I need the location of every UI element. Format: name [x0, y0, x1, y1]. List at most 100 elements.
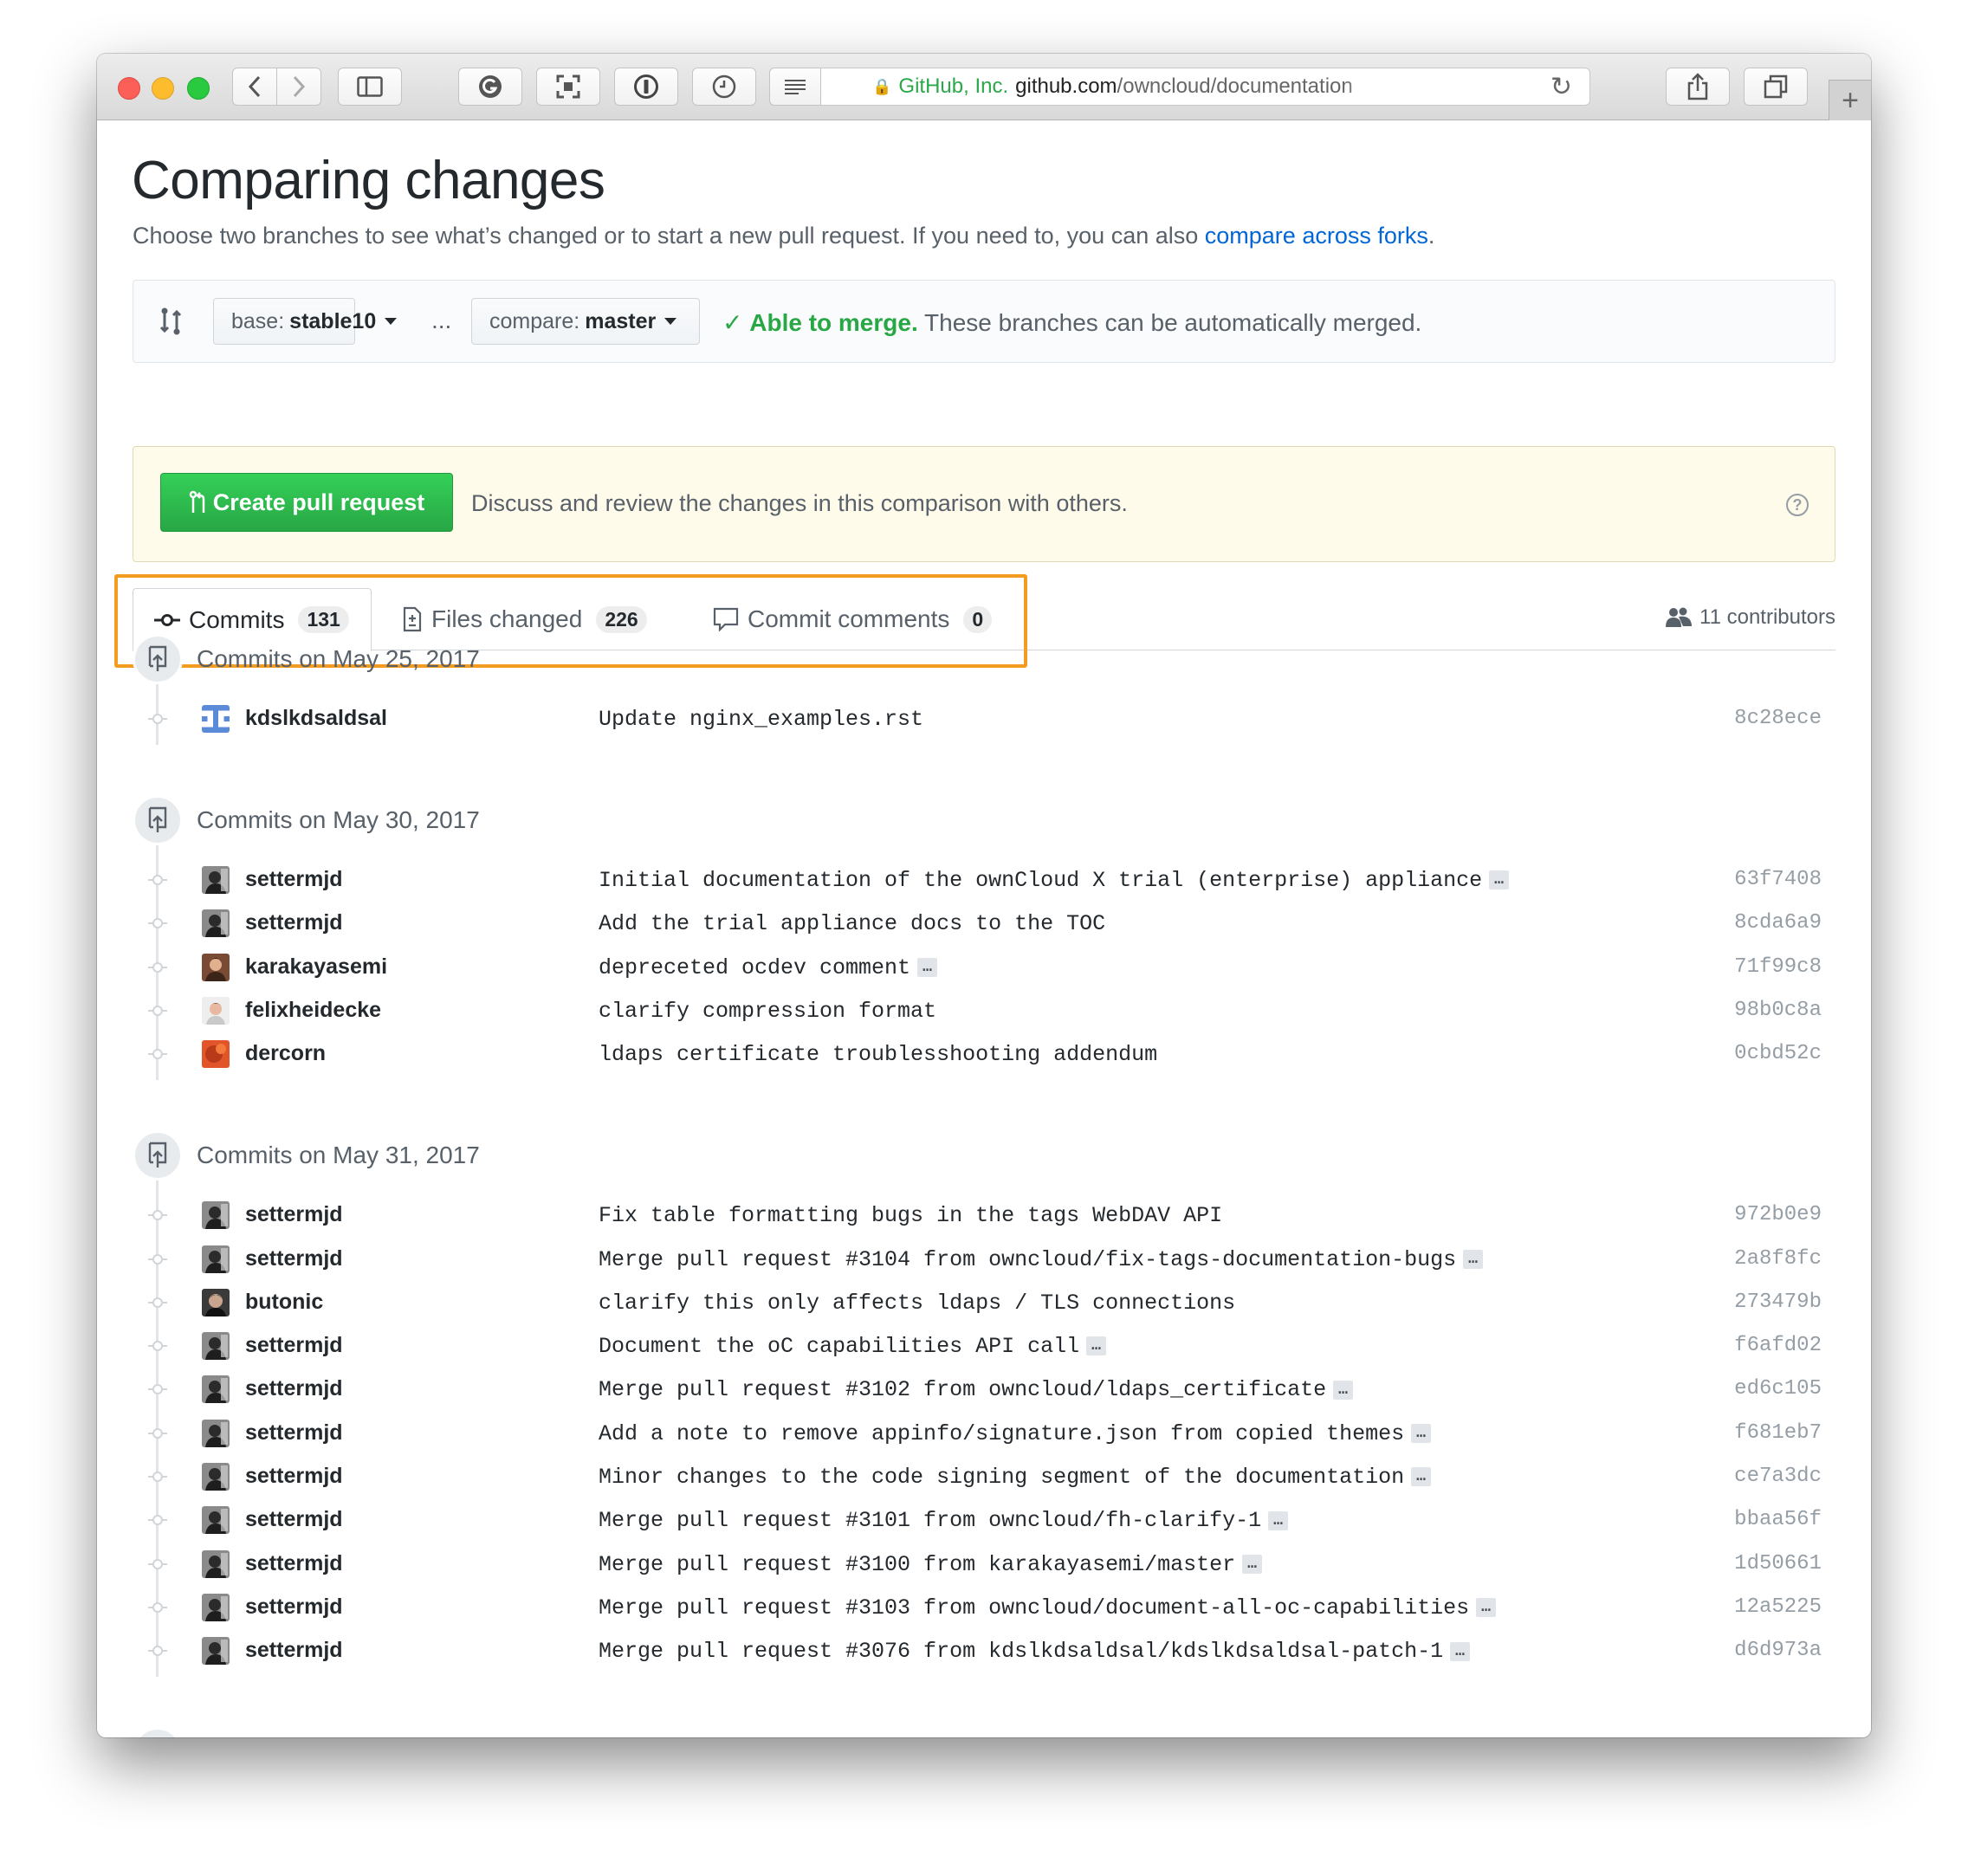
commit-message[interactable]: Add the trial appliance docs to the TOC: [599, 911, 1105, 936]
avatar[interactable]: [202, 1201, 230, 1230]
commit-message[interactable]: Document the oC capabilities API call …: [599, 1334, 1106, 1359]
commit-author[interactable]: settermjd: [245, 1595, 343, 1620]
avatar[interactable]: [202, 1463, 230, 1491]
back-button[interactable]: [232, 68, 277, 106]
create-pull-request-button[interactable]: Create pull request: [160, 473, 453, 532]
commit-message-text[interactable]: ldaps certificate troublesshooting adden…: [599, 1042, 1157, 1067]
commit-message[interactable]: clarify this only affects ldaps / TLS co…: [599, 1291, 1235, 1316]
tabs-overview-button[interactable]: [1744, 68, 1808, 106]
avatar[interactable]: [202, 1375, 230, 1404]
avatar[interactable]: [202, 909, 230, 938]
avatar[interactable]: [202, 1506, 230, 1535]
commit-sha-link[interactable]: 2a8f8fc: [1734, 1247, 1822, 1271]
expand-message-button[interactable]: …: [1268, 1511, 1288, 1530]
commit-message[interactable]: depreceted ocdev comment…: [599, 955, 937, 980]
commit-author[interactable]: settermjd: [245, 1420, 343, 1446]
commit-message-text[interactable]: Initial documentation of the ownCloud X …: [599, 868, 1482, 893]
commit-author[interactable]: settermjd: [245, 1464, 343, 1489]
commit-sha-link[interactable]: ed6c105: [1734, 1377, 1822, 1401]
commit-row[interactable]: butonic clarify this only affects ldaps /…: [133, 1282, 1835, 1323]
commit-message[interactable]: Merge pull request #3103 from owncloud/d…: [599, 1595, 1496, 1620]
commit-author[interactable]: settermjd: [245, 1376, 343, 1401]
commit-row[interactable]: settermjd Merge pull request #3102 from o…: [133, 1368, 1835, 1410]
commit-message[interactable]: Fix table formatting bugs in the tags We…: [599, 1203, 1222, 1228]
commit-author[interactable]: settermjd: [245, 1551, 343, 1576]
commit-row[interactable]: settermjd Fix table formatting bugs in th…: [133, 1194, 1835, 1236]
commit-sha-link[interactable]: f681eb7: [1734, 1421, 1822, 1445]
commit-author[interactable]: settermjd: [245, 867, 343, 892]
commit-row[interactable]: dercorn ldaps certificate troublesshootin…: [133, 1033, 1835, 1075]
minimize-window-button[interactable]: [152, 77, 174, 100]
avatar[interactable]: [202, 953, 230, 981]
commit-sha-link[interactable]: 71f99c8: [1734, 955, 1822, 979]
close-window-button[interactable]: [118, 77, 140, 100]
commit-sha-link[interactable]: ce7a3dc: [1734, 1465, 1822, 1488]
commit-row[interactable]: settermjd Document the oC capabilities AP…: [133, 1325, 1835, 1367]
commit-message-text[interactable]: clarify this only affects ldaps / TLS co…: [599, 1291, 1235, 1316]
commit-message[interactable]: Merge pull request #3104 from owncloud/f…: [599, 1247, 1483, 1272]
commit-sha-link[interactable]: 273479b: [1734, 1291, 1822, 1314]
expand-message-button[interactable]: …: [1489, 870, 1509, 890]
avatar[interactable]: [202, 1549, 230, 1578]
extension-1password-button[interactable]: [614, 68, 678, 106]
commit-row[interactable]: settermjd Add a note to remove appinfo/si…: [133, 1413, 1835, 1454]
commit-message-text[interactable]: Minor changes to the code signing segmen…: [599, 1465, 1404, 1490]
expand-message-button[interactable]: …: [1463, 1249, 1483, 1269]
commit-row[interactable]: settermjd Merge pull request #3101 from o…: [133, 1499, 1835, 1541]
commit-author[interactable]: settermjd: [245, 1246, 343, 1271]
expand-message-button[interactable]: …: [1450, 1641, 1470, 1661]
commit-row[interactable]: settermjd Merge pull request #3100 from k…: [133, 1543, 1835, 1585]
expand-message-button[interactable]: …: [1333, 1380, 1353, 1400]
commit-message-text[interactable]: Merge pull request #3102 from owncloud/l…: [599, 1377, 1326, 1402]
extension-grammarly-button[interactable]: [458, 68, 522, 106]
commit-row[interactable]: settermjd Minor changes to the code signi…: [133, 1456, 1835, 1498]
avatar[interactable]: [202, 1332, 230, 1361]
commit-sha-link[interactable]: 972b0e9: [1734, 1203, 1822, 1226]
commit-author[interactable]: kdslkdsaldsal: [245, 706, 387, 731]
commit-row[interactable]: settermjd Merge pull request #3076 from k…: [133, 1630, 1835, 1672]
commit-author[interactable]: settermjd: [245, 1638, 343, 1663]
commit-message[interactable]: Merge pull request #3076 from kdslkdsald…: [599, 1639, 1470, 1664]
contributors-link[interactable]: 11 contributors: [1665, 605, 1835, 630]
avatar[interactable]: [202, 1245, 230, 1273]
commit-message[interactable]: Update nginx_examples.rst: [599, 707, 923, 732]
commit-message[interactable]: Merge pull request #3100 from karakayase…: [599, 1552, 1262, 1577]
commit-author[interactable]: settermjd: [245, 1202, 343, 1227]
extension-screenshot-button[interactable]: [536, 68, 600, 106]
address-bar[interactable]: 🔒 GitHub, Inc. github.com/owncloud/docum…: [769, 68, 1590, 106]
reload-icon[interactable]: ↻: [1550, 72, 1572, 102]
new-tab-button[interactable]: +: [1829, 80, 1871, 120]
commit-sha-link[interactable]: 12a5225: [1734, 1595, 1822, 1619]
commit-row[interactable]: kdslkdsaldsal Update nginx_examples.rst 8c…: [133, 698, 1835, 740]
avatar[interactable]: [202, 1637, 230, 1666]
commit-row[interactable]: felixheidecke clarify compression format 9…: [133, 990, 1835, 1032]
commit-author[interactable]: settermjd: [245, 910, 343, 935]
compare-across-forks-link[interactable]: compare across forks: [1205, 223, 1428, 249]
commit-message[interactable]: clarify compression format: [599, 999, 936, 1024]
commit-author[interactable]: butonic: [245, 1290, 323, 1315]
commit-message-text[interactable]: Merge pull request #3104 from owncloud/f…: [599, 1247, 1456, 1272]
commit-message-text[interactable]: Document the oC capabilities API call: [599, 1334, 1079, 1359]
reader-view-button[interactable]: [769, 68, 821, 106]
commit-message[interactable]: Minor changes to the code signing segmen…: [599, 1465, 1431, 1490]
commit-message-text[interactable]: Merge pull request #3076 from kdslkdsald…: [599, 1639, 1443, 1664]
expand-message-button[interactable]: …: [917, 957, 937, 977]
share-button[interactable]: [1666, 68, 1730, 106]
sidebar-button[interactable]: [338, 68, 402, 106]
commit-author[interactable]: settermjd: [245, 1507, 343, 1532]
commit-row[interactable]: settermjd Merge pull request #3104 from o…: [133, 1239, 1835, 1280]
expand-message-button[interactable]: …: [1411, 1467, 1431, 1487]
commit-row[interactable]: settermjd Merge pull request #3103 from o…: [133, 1587, 1835, 1628]
expand-message-button[interactable]: …: [1242, 1554, 1262, 1574]
expand-message-button[interactable]: …: [1086, 1336, 1106, 1356]
commit-sha-link[interactable]: f6afd02: [1734, 1334, 1822, 1357]
commit-message[interactable]: Merge pull request #3102 from owncloud/l…: [599, 1377, 1353, 1402]
commit-sha-link[interactable]: bbaa56f: [1734, 1508, 1822, 1531]
commit-sha-link[interactable]: 8cda6a9: [1734, 911, 1822, 935]
commit-message-text[interactable]: Add the trial appliance docs to the TOC: [599, 911, 1105, 936]
commit-sha-link[interactable]: 8c28ece: [1734, 707, 1822, 730]
commit-row[interactable]: settermjd Add the trial appliance docs to…: [133, 902, 1835, 944]
commit-message-text[interactable]: Add a note to remove appinfo/signature.j…: [599, 1421, 1404, 1446]
tab-commit-comments[interactable]: Commit comments 0: [713, 588, 993, 650]
commit-sha-link[interactable]: 98b0c8a: [1734, 999, 1822, 1022]
